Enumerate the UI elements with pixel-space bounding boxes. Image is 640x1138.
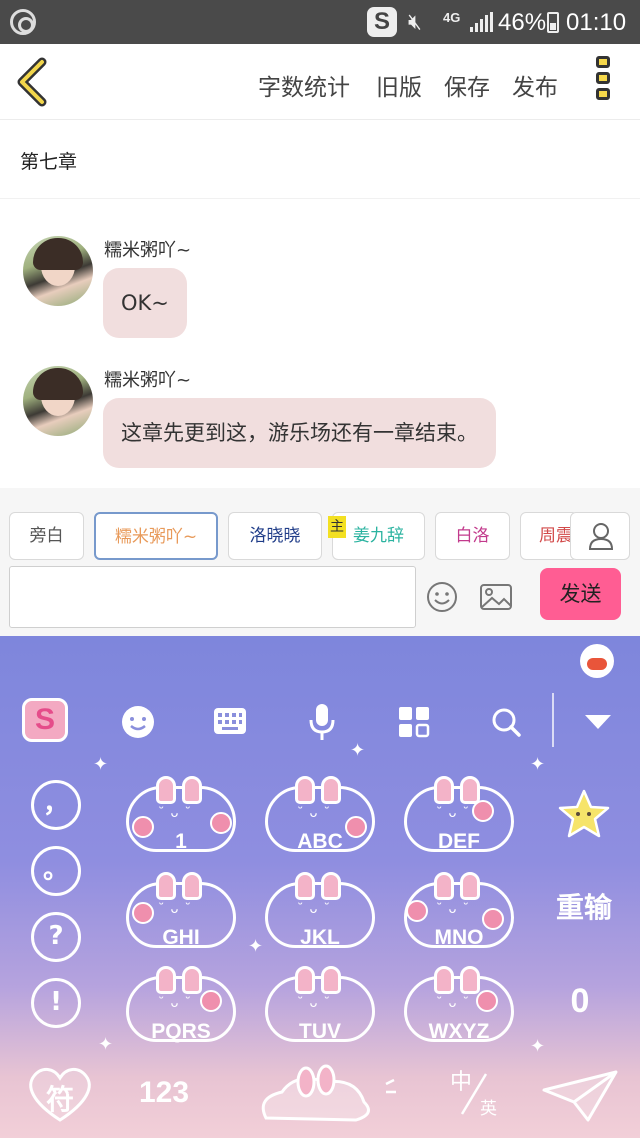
key-abc[interactable]: ˘ᴗ˘ ABC (265, 776, 375, 862)
punct-question-key[interactable]: ? (31, 912, 81, 962)
key-mno[interactable]: ˘ᴗ˘ MNO (404, 872, 514, 958)
key-label: PQRS (151, 1020, 211, 1043)
sogou-logo-button[interactable]: S (22, 698, 70, 746)
role-chip-selected[interactable]: 糯米粥吖~ (94, 512, 218, 560)
status-bar: S 🔇︎ 4G 46% 01:10 (0, 0, 640, 44)
key-label: MNO (434, 926, 484, 949)
person-icon (588, 523, 614, 550)
top-bar: 字数统计 旧版 保存 发布 (0, 44, 640, 120)
emoji-icon[interactable] (118, 698, 158, 746)
punct-period-key[interactable]: 。 (31, 846, 81, 896)
keyboard-skin-mascot-icon[interactable] (580, 644, 614, 678)
chapter-title: 第七章 (20, 151, 78, 173)
key-ghi[interactable]: ˘ᴗ˘ GHI (126, 872, 236, 958)
paper-plane-icon[interactable] (540, 1068, 620, 1124)
key-label: JKL (300, 926, 340, 949)
clock: 01:10 (566, 9, 627, 36)
old-version-button[interactable]: 旧版 (376, 68, 422, 102)
message-bubble[interactable]: 这章先更到这，游乐场还有一章结束。 (103, 398, 496, 468)
collapse-keyboard-icon[interactable] (578, 698, 618, 746)
role-chip[interactable]: 洛晓晓 (228, 512, 322, 560)
toolbar-divider (552, 693, 554, 747)
image-icon[interactable] (479, 580, 513, 614)
apps-grid-icon[interactable] (394, 698, 434, 746)
key-label: WXYZ (428, 1020, 490, 1043)
message-input[interactable] (9, 566, 416, 628)
role-manage-button[interactable] (570, 512, 630, 560)
host-badge: 主 (328, 516, 346, 538)
punct-exclaim-key[interactable]: ! (31, 978, 81, 1028)
keyboard: S ✦ ✦ ✦ ✦ ✦ ✦ ， 。 ? ! ˘ᴗ˘ 1 ˘ᴗ˘ ABC ˘ᴗ˘ … (0, 636, 640, 1138)
key-pqrs[interactable]: ˘ᴗ˘ PQRS (126, 966, 236, 1052)
word-count-button[interactable]: 字数统计 (258, 68, 350, 102)
keyboard-toolbar: S (0, 698, 640, 746)
sender-name: 糯米粥吖~ (104, 240, 192, 261)
sogou-notification-icon: S (367, 7, 397, 37)
battery-percent: 46% (498, 9, 547, 36)
avatar[interactable] (23, 236, 93, 306)
space-key[interactable] (236, 1058, 404, 1128)
key-label: ABC (297, 830, 343, 853)
key-def[interactable]: ˘ᴗ˘ DEF (404, 776, 514, 862)
signal-icon (470, 12, 493, 32)
star-key-icon[interactable] (556, 788, 612, 840)
key-jkl[interactable]: ˘ᴗ˘ JKL (265, 872, 375, 958)
slash-icon (460, 1073, 488, 1115)
send-button[interactable]: 发送 (540, 568, 621, 620)
network-type: 4G (443, 10, 461, 25)
lang-english-label: 英 (480, 1099, 497, 1119)
symbol-key[interactable]: 符 (22, 1056, 98, 1126)
more-menu-button[interactable] (596, 56, 612, 108)
back-button[interactable] (14, 56, 54, 108)
key-label: GHI (162, 926, 200, 949)
key-tuv[interactable]: ˘ᴗ˘ TUV (265, 966, 375, 1052)
keyboard-icon[interactable] (210, 698, 250, 746)
avatar[interactable] (23, 366, 93, 436)
mute-icon: 🔇︎ (408, 10, 422, 35)
language-switch-key[interactable]: 中 英 (446, 1064, 510, 1124)
key-label: TUV (299, 1020, 341, 1043)
publish-button[interactable]: 发布 (512, 68, 558, 102)
sparkle-decoration: ✦ (350, 740, 366, 761)
number-key[interactable]: 123 (132, 1076, 196, 1110)
sparkle-decoration: ✦ (530, 1036, 546, 1057)
sparkle-decoration: ✦ (98, 1034, 114, 1055)
save-button[interactable]: 保存 (444, 68, 490, 102)
role-chip[interactable]: 白洛 (435, 512, 510, 560)
sparkle-decoration: ✦ (93, 754, 109, 775)
microphone-icon[interactable] (302, 698, 342, 746)
sleeping-bunny-icon (261, 1064, 396, 1122)
emoji-icon[interactable] (425, 580, 459, 614)
chevron-left-icon (17, 57, 47, 107)
sparkle-decoration: ✦ (248, 936, 264, 957)
reenter-key[interactable]: 重输 (544, 886, 624, 926)
key-wxyz[interactable]: ˘ᴗ˘ WXYZ (404, 966, 514, 1052)
message-bubble[interactable]: OK~ (103, 268, 187, 338)
sparkle-decoration: ✦ (530, 754, 546, 775)
sogou-logo-icon: S (22, 698, 68, 742)
sender-name: 糯米粥吖~ (104, 370, 192, 391)
key-label: DEF (438, 830, 480, 853)
zero-key[interactable]: 0 (560, 982, 600, 1021)
netease-music-icon (10, 9, 36, 35)
search-icon[interactable] (486, 698, 526, 746)
chapter-header[interactable]: 第七章 (0, 121, 640, 199)
symbol-key-label: 符 (45, 1083, 74, 1116)
key-label: 1 (175, 830, 187, 853)
role-chip-narrator[interactable]: 旁白 (9, 512, 84, 560)
key-1[interactable]: ˘ᴗ˘ 1 (126, 776, 236, 862)
battery-icon (547, 12, 559, 33)
punct-comma-key[interactable]: ， (31, 780, 81, 830)
